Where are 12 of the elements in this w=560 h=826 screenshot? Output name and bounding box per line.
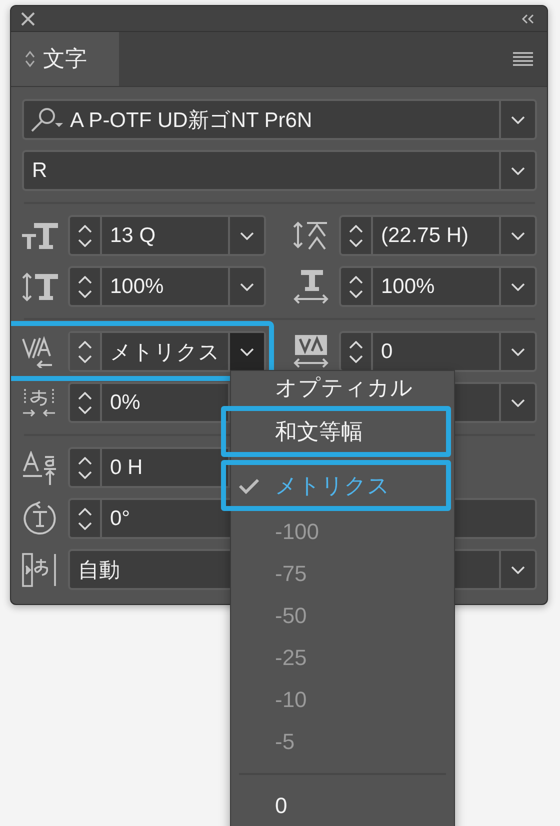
field-value: 0	[380, 338, 393, 364]
field-value: メトリクス	[109, 340, 220, 366]
field-value: A P-OTF UD新ゴNT Pr6N	[69, 108, 312, 134]
field-value: 0°	[109, 506, 130, 532]
field-value: 13 Q	[109, 222, 156, 248]
field-value: 自動	[77, 558, 120, 584]
field-value: (22.75 H)	[380, 222, 469, 248]
field-value: 100%	[380, 274, 435, 300]
field-value: 100%	[109, 274, 164, 300]
field-value: 0%	[109, 390, 140, 416]
field-value: 0 H	[109, 454, 143, 480]
field-value: R	[31, 158, 48, 184]
